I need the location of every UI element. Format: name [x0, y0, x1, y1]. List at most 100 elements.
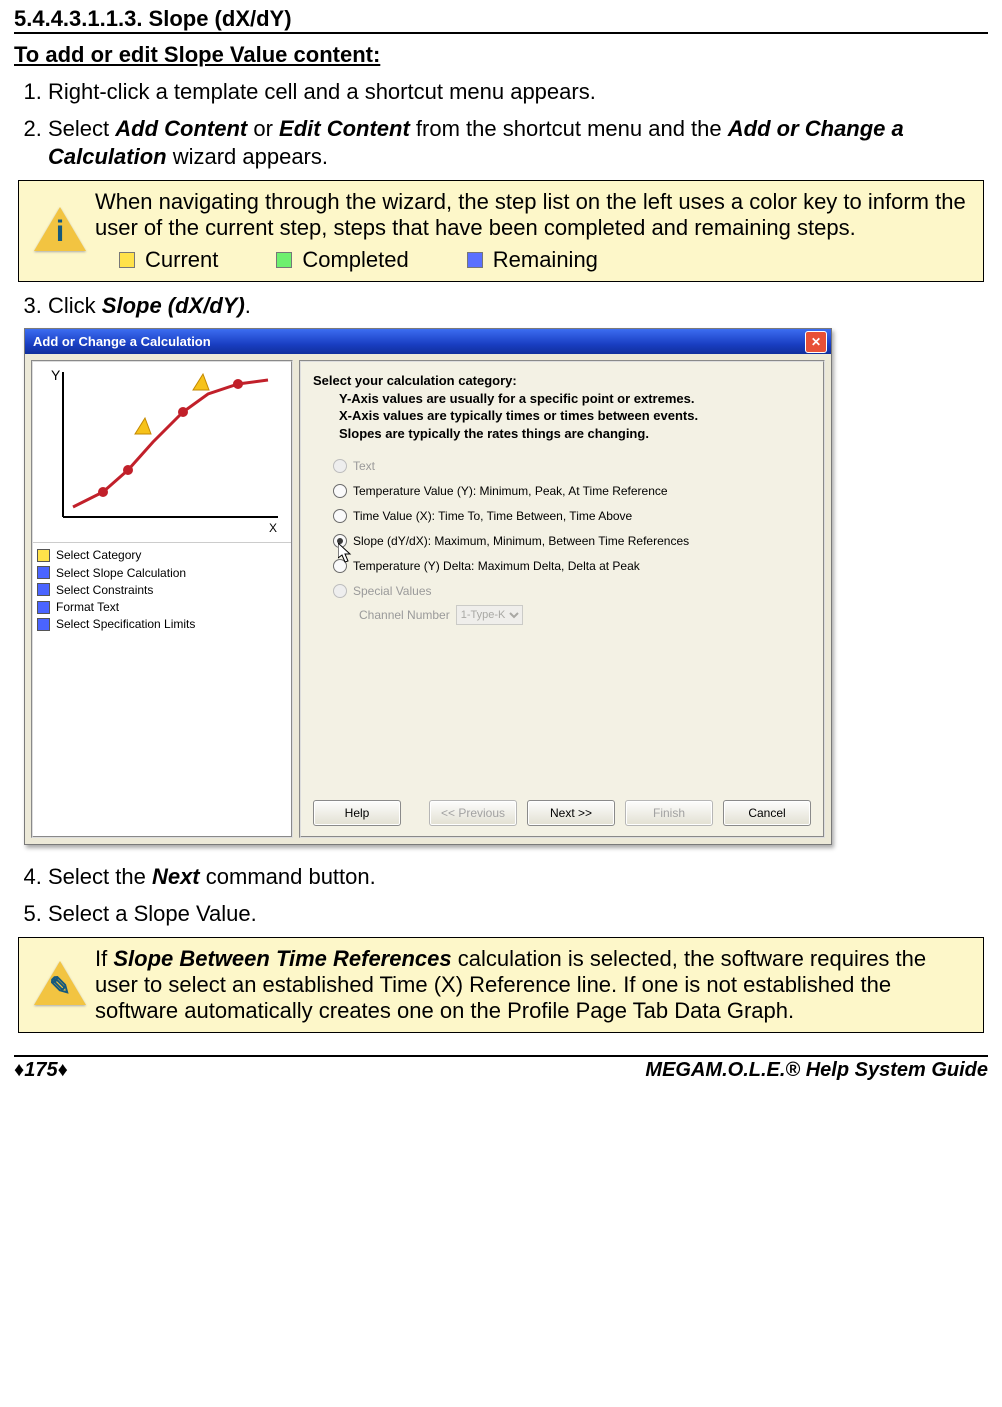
legend-remaining: Remaining	[467, 247, 598, 273]
step-text: Right-click a template cell and a shortc…	[48, 79, 596, 104]
swatch-current-icon	[119, 252, 135, 268]
legend-label: Completed	[302, 247, 408, 273]
dialog-titlebar[interactable]: Add or Change a Calculation ✕	[25, 329, 831, 354]
legend-label: Remaining	[493, 247, 598, 273]
prompt-line: Y-Axis values are usually for a specific…	[339, 390, 811, 408]
channel-select: 1-Type-K	[456, 605, 523, 625]
radio-delta[interactable]: Temperature (Y) Delta: Maximum Delta, De…	[333, 559, 811, 573]
wizard-step[interactable]: Select Category	[37, 547, 287, 563]
wizard-step[interactable]: Format Text	[37, 599, 287, 615]
cancel-button[interactable]: Cancel	[723, 800, 811, 826]
step-bold: Edit Content	[279, 116, 410, 141]
previous-button: << Previous	[429, 800, 517, 826]
help-button[interactable]: Help	[313, 800, 401, 826]
button-label: Help	[345, 806, 370, 820]
radio-label: Slope (dY/dX): Maximum, Minimum, Between…	[353, 534, 689, 548]
step-state-remaining-icon	[37, 566, 50, 579]
channel-label: Channel Number	[359, 608, 450, 622]
brand-bold: MEGA	[645, 1059, 705, 1081]
wizard-step[interactable]: Select Constraints	[37, 582, 287, 598]
prompt-line: Slopes are typically the rates things ar…	[339, 425, 811, 443]
step-state-current-icon	[37, 549, 50, 562]
step-text: command button.	[200, 864, 376, 889]
radio-temperature-y[interactable]: Temperature Value (Y): Minimum, Peak, At…	[333, 484, 811, 498]
button-label: Finish	[653, 806, 685, 820]
swatch-remaining-icon	[467, 252, 483, 268]
step-1: Right-click a template cell and a shortc…	[48, 78, 988, 107]
wizard-dialog: Add or Change a Calculation ✕ Y X	[24, 328, 832, 845]
step-5: Select a Slope Value.	[48, 900, 988, 929]
radio-label: Temperature (Y) Delta: Maximum Delta, De…	[353, 559, 640, 573]
radio-group: Text Temperature Value (Y): Minimum, Pea…	[333, 459, 811, 625]
wizard-step[interactable]: Select Specification Limits	[37, 616, 287, 632]
step-text: .	[245, 293, 251, 318]
channel-row: Channel Number 1-Type-K	[359, 605, 811, 625]
dialog-title: Add or Change a Calculation	[29, 334, 211, 349]
step-4: Select the Next command button.	[48, 863, 988, 892]
step-bold: Slope (dX/dY)	[102, 293, 245, 318]
prompt-line: Select your calculation category:	[313, 373, 517, 388]
page-footer: ♦175♦ MEGAM.O.L.E.® Help System Guide	[14, 1055, 988, 1082]
steps-list-cont-2: Select the Next command button. Select a…	[48, 863, 988, 928]
radio-time-x[interactable]: Time Value (X): Time To, Time Between, T…	[333, 509, 811, 523]
radio-icon	[333, 484, 347, 498]
step-label: Select Category	[56, 547, 141, 563]
document-page: 5.4.4.3.1.1.3. Slope (dX/dY) To add or e…	[0, 0, 1002, 1092]
step-label: Select Slope Calculation	[56, 565, 186, 581]
button-label: Cancel	[748, 806, 785, 820]
radio-label: Temperature Value (Y): Minimum, Peak, At…	[353, 484, 668, 498]
radio-icon	[333, 509, 347, 523]
tip-icon: ✎	[34, 959, 86, 1011]
step-text: wizard appears.	[167, 144, 328, 169]
next-button[interactable]: Next >>	[527, 800, 615, 826]
step-text: Click	[48, 293, 102, 318]
brand-rest: M.O.L.E.® Help System Guide	[705, 1059, 988, 1081]
step-text: Select the	[48, 864, 152, 889]
step-3: Click Slope (dX/dY).	[48, 292, 988, 321]
callout-text: When navigating through the wizard, the …	[95, 189, 973, 273]
radio-label: Text	[353, 459, 375, 473]
button-label: Next >>	[550, 806, 592, 820]
close-button[interactable]: ✕	[805, 331, 827, 353]
section-heading: 5.4.4.3.1.1.3. Slope (dX/dY)	[14, 6, 988, 34]
step-bold: Next	[152, 864, 200, 889]
callout-text-prefix: If	[95, 946, 113, 971]
finish-button: Finish	[625, 800, 713, 826]
step-label: Format Text	[56, 599, 119, 615]
step-text: Select	[48, 116, 115, 141]
wizard-step[interactable]: Select Slope Calculation	[37, 565, 287, 581]
step-state-remaining-icon	[37, 583, 50, 596]
steps-list: Right-click a template cell and a shortc…	[48, 78, 988, 172]
callout-paragraph: When navigating through the wizard, the …	[95, 189, 973, 241]
radio-label: Time Value (X): Time To, Time Between, T…	[353, 509, 632, 523]
callout-tip: ✎ If Slope Between Time References calcu…	[18, 937, 984, 1033]
dialog-button-row: Help << Previous Next >> Finish Cancel	[313, 800, 811, 826]
page-number: ♦175♦	[14, 1059, 68, 1082]
wizard-prompt: Select your calculation category: Y-Axis…	[313, 372, 811, 442]
button-label: << Previous	[441, 806, 505, 820]
step-label: Select Constraints	[56, 582, 153, 598]
wizard-right-pane: Select your calculation category: Y-Axis…	[299, 360, 825, 838]
radio-special: Special Values	[333, 584, 811, 598]
callout-icon-col: i	[25, 205, 95, 257]
cursor-icon	[338, 543, 352, 566]
callout-note: i When navigating through the wizard, th…	[18, 180, 984, 282]
radio-icon	[333, 459, 347, 473]
prompt-line: X-Axis values are typically times or tim…	[339, 407, 811, 425]
radio-slope[interactable]: Slope (dY/dX): Maximum, Minimum, Between…	[333, 534, 811, 548]
alert-icon: i	[34, 205, 86, 257]
callout-icon-col: ✎	[25, 959, 95, 1011]
sub-heading: To add or edit Slope Value content:	[14, 42, 988, 68]
radio-text: Text	[333, 459, 811, 473]
legend-label: Current	[145, 247, 218, 273]
step-bold: Add Content	[115, 116, 247, 141]
legend-completed: Completed	[276, 247, 408, 273]
wizard-preview-chart: Y X	[33, 362, 291, 543]
svg-text:Y: Y	[51, 367, 61, 383]
swatch-completed-icon	[276, 252, 292, 268]
step-state-remaining-icon	[37, 618, 50, 631]
footer-brand: MEGAM.O.L.E.® Help System Guide	[645, 1059, 988, 1082]
wizard-step-list: Select Category Select Slope Calculation…	[33, 543, 291, 637]
step-state-remaining-icon	[37, 601, 50, 614]
pin-icon: ✎	[34, 971, 86, 1002]
